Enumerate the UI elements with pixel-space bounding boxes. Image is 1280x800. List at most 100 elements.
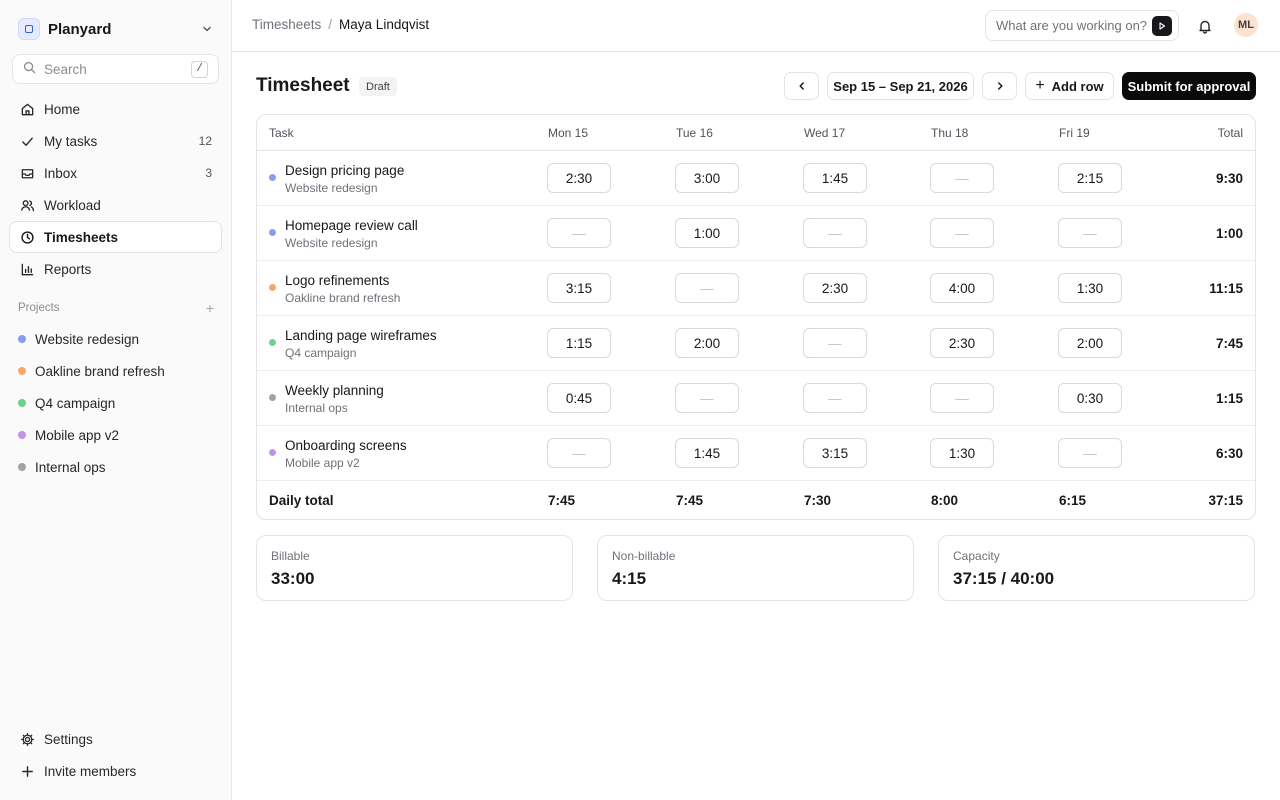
- hours-input[interactable]: 2:30: [930, 328, 994, 358]
- hours-input[interactable]: 0:30: [1058, 383, 1122, 413]
- sidebar-item-workload[interactable]: Workload: [9, 189, 222, 221]
- hours-input[interactable]: —: [930, 218, 994, 248]
- quick-timer-input[interactable]: What are you working on?: [985, 10, 1179, 41]
- hours-input[interactable]: 2:15: [1058, 163, 1122, 193]
- hours-input[interactable]: 2:30: [803, 273, 867, 303]
- hours-input[interactable]: —: [930, 383, 994, 413]
- hours-input[interactable]: —: [1058, 218, 1122, 248]
- hours-input[interactable]: 3:15: [547, 273, 611, 303]
- sidebar-search[interactable]: Search /: [12, 54, 219, 84]
- hours-input[interactable]: 1:30: [1058, 273, 1122, 303]
- submit-for-approval-button[interactable]: Submit for approval: [1122, 72, 1256, 100]
- hours-input[interactable]: 3:00: [675, 163, 739, 193]
- breadcrumb-current: Maya Lindqvist: [339, 17, 430, 32]
- hours-input[interactable]: —: [547, 218, 611, 248]
- sidebar-item-home[interactable]: Home: [9, 93, 222, 125]
- hours-input[interactable]: 3:15: [803, 438, 867, 468]
- project-item-oakline-brand-refresh[interactable]: Oakline brand refresh: [9, 355, 222, 387]
- project-color-dot: [18, 431, 26, 439]
- table-row: Logo refinements Oakline brand refresh 3:1…: [257, 261, 1255, 316]
- project-color-dot: [18, 335, 26, 343]
- clock-icon: [19, 229, 35, 245]
- project-color-dot: [18, 399, 26, 407]
- sidebar-item-label: My tasks: [44, 133, 98, 149]
- sidebar-item-invite-members[interactable]: Invite members: [9, 755, 222, 787]
- hours-input[interactable]: —: [1058, 438, 1122, 468]
- task-name: Onboarding screens: [285, 438, 407, 453]
- project-label: Mobile app v2: [35, 427, 120, 443]
- timesheet-table: Task Mon 15 Tue 16 Wed 17 Thu 18 Fri 19 Total …: [256, 114, 1256, 520]
- project-item-mobile-app-v2[interactable]: Mobile app v2: [9, 419, 222, 451]
- previous-week-button[interactable]: [784, 72, 819, 100]
- chevron-down-icon[interactable]: [200, 22, 214, 36]
- sidebar-item-inbox[interactable]: Inbox 3: [9, 157, 222, 189]
- hours-input[interactable]: —: [675, 273, 739, 303]
- hours-input[interactable]: 2:00: [675, 328, 739, 358]
- column-header-day: Tue 16: [676, 126, 713, 140]
- stat-label: Billable: [271, 549, 310, 563]
- hours-input[interactable]: 0:45: [547, 383, 611, 413]
- search-input[interactable]: Search: [44, 62, 87, 77]
- hours-input[interactable]: —: [930, 163, 994, 193]
- add-project-icon[interactable]: +: [206, 301, 214, 315]
- breadcrumb-parent-link[interactable]: Timesheets: [252, 17, 321, 32]
- inbox-icon: [19, 165, 35, 181]
- task-cell: Onboarding screens Mobile app v2: [269, 438, 407, 470]
- task-text: Landing page wireframes Q4 campaign: [285, 328, 437, 360]
- hours-input[interactable]: —: [803, 383, 867, 413]
- stat-value: 4:15: [612, 569, 647, 588]
- hours-input[interactable]: 1:45: [675, 438, 739, 468]
- stat-card-billable: Billable 33:00: [256, 535, 573, 601]
- task-name: Weekly planning: [285, 383, 384, 398]
- hours-input[interactable]: —: [803, 218, 867, 248]
- project-item-website-redesign[interactable]: Website redesign: [9, 323, 222, 355]
- sidebar-item-settings[interactable]: Settings: [9, 723, 222, 755]
- task-project: Mobile app v2: [285, 456, 360, 470]
- sidebar-item-label: Workload: [44, 197, 101, 213]
- hours-input[interactable]: —: [803, 328, 867, 358]
- task-text: Weekly planning Internal ops: [285, 383, 384, 415]
- row-total: 1:15: [1215, 391, 1243, 406]
- hours-input[interactable]: 1:30: [930, 438, 994, 468]
- hours-input[interactable]: 2:00: [1058, 328, 1122, 358]
- sidebar-item-label: Inbox: [44, 165, 78, 181]
- sidebar-item-my-tasks[interactable]: My tasks 12: [9, 125, 222, 157]
- task-name: Homepage review call: [285, 218, 418, 233]
- count-badge: 12: [198, 134, 212, 148]
- projects-header-label: Projects: [18, 302, 60, 314]
- workspace-name: Planyard: [48, 20, 112, 38]
- sidebar-item-timesheets[interactable]: Timesheets: [9, 221, 222, 253]
- daily-total-value: 7:45: [548, 493, 576, 508]
- task-text: Onboarding screens Mobile app v2: [285, 438, 407, 470]
- hours-input[interactable]: 1:45: [803, 163, 867, 193]
- play-icon[interactable]: [1152, 15, 1172, 36]
- user-avatar[interactable]: ML: [1234, 13, 1258, 37]
- workspace-switcher[interactable]: Planyard: [18, 17, 214, 41]
- project-item-q4-campaign[interactable]: Q4 campaign: [9, 387, 222, 419]
- table-row: Design pricing page Website redesign 2:30 3…: [257, 151, 1255, 206]
- row-total: 11:15: [1209, 281, 1243, 296]
- stat-label: Non-billable: [612, 549, 676, 563]
- bell-icon[interactable]: [1196, 17, 1214, 35]
- add-row-label: Add row: [1051, 78, 1104, 94]
- date-range-picker[interactable]: Sep 15 – Sep 21, 2026: [827, 72, 974, 100]
- next-week-button[interactable]: [982, 72, 1017, 100]
- search-icon: [23, 61, 36, 77]
- stat-value: 37:15 / 40:00: [953, 569, 1055, 588]
- hours-input[interactable]: 1:15: [547, 328, 611, 358]
- project-list: Website redesign Oakline brand refresh Q4 …: [9, 323, 222, 483]
- hours-input[interactable]: 4:00: [930, 273, 994, 303]
- project-color-dot: [269, 339, 276, 346]
- hours-input[interactable]: 2:30: [547, 163, 611, 193]
- hours-input[interactable]: —: [547, 438, 611, 468]
- project-color-dot: [18, 367, 26, 375]
- task-cell: Logo refinements Oakline brand refresh: [269, 273, 400, 305]
- hours-input[interactable]: —: [675, 383, 739, 413]
- project-item-internal-ops[interactable]: Internal ops: [9, 451, 222, 483]
- quick-timer-placeholder[interactable]: What are you working on?: [996, 18, 1147, 33]
- stat-value: 33:00: [271, 569, 315, 588]
- sidebar-item-reports[interactable]: Reports: [9, 253, 222, 285]
- hours-input[interactable]: 1:00: [675, 218, 739, 248]
- add-row-button[interactable]: + Add row: [1025, 72, 1114, 100]
- project-label: Website redesign: [35, 331, 140, 347]
